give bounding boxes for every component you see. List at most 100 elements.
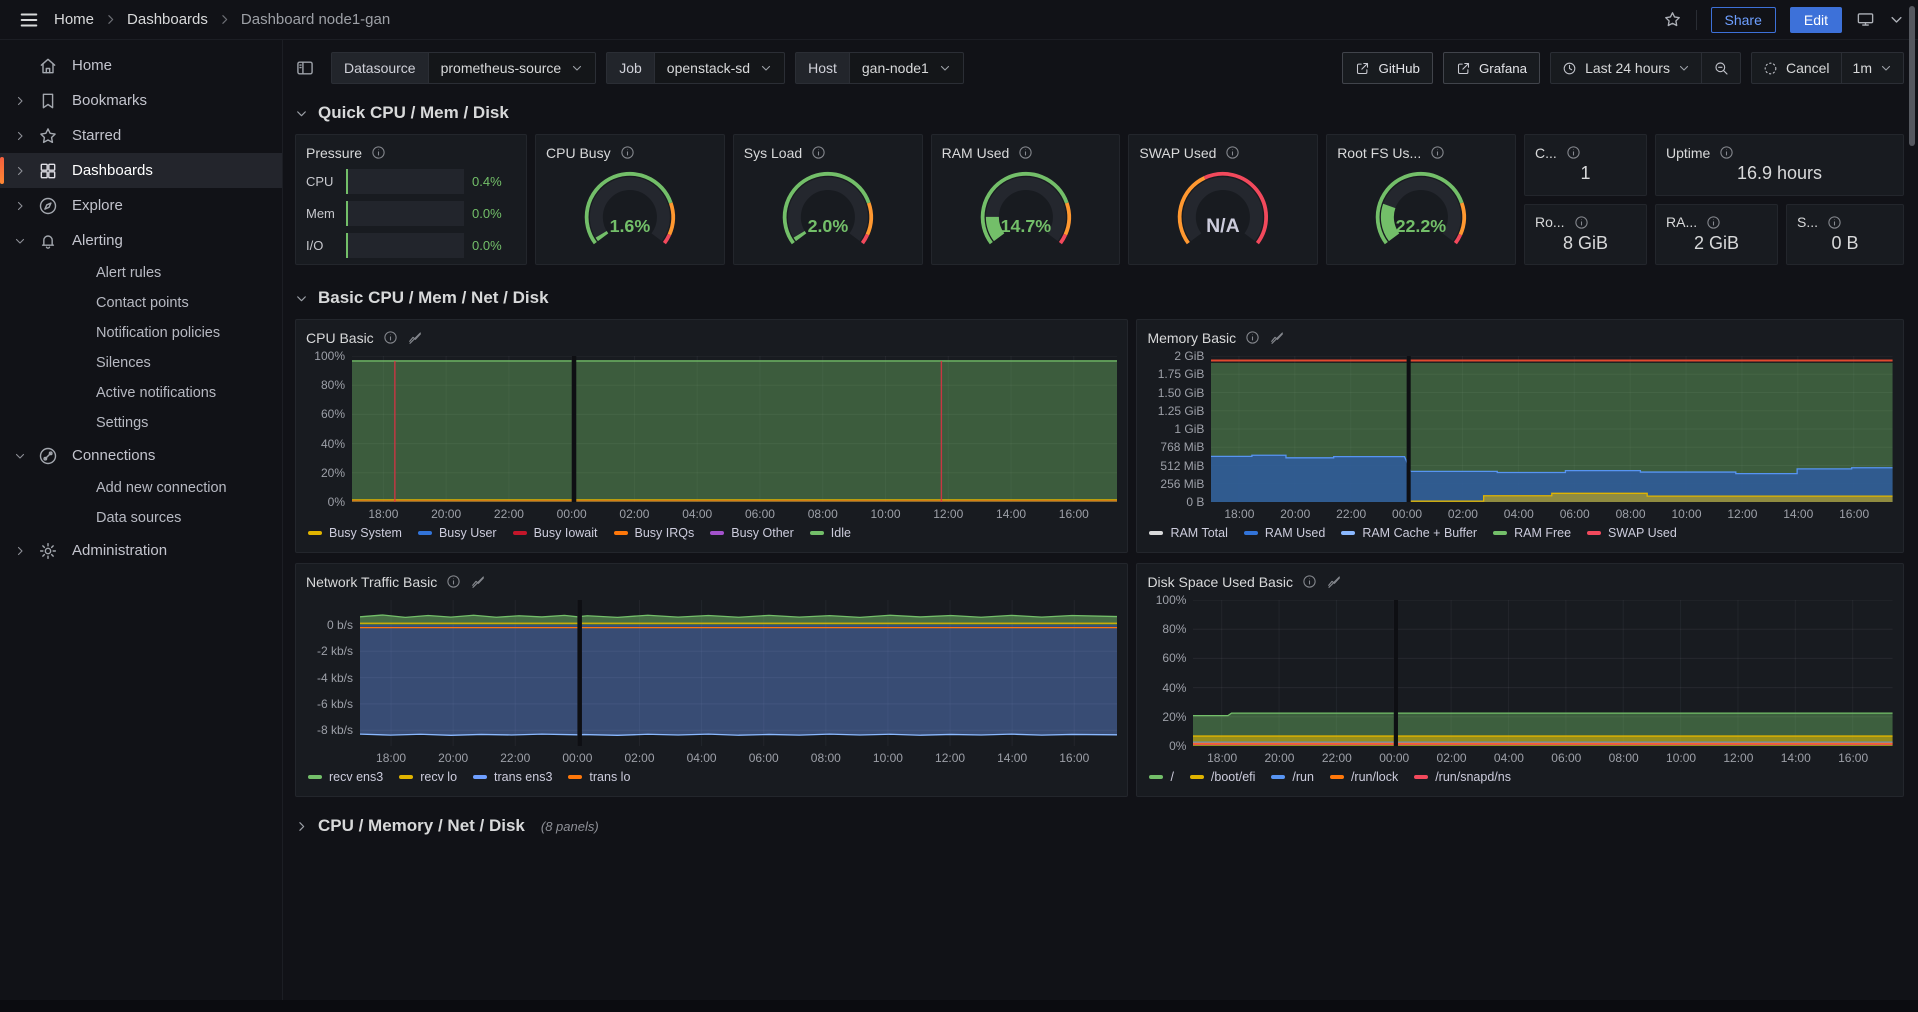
edit-button[interactable]: Edit <box>1790 7 1842 33</box>
legend-item-swap-used[interactable]: SWAP Used <box>1587 526 1677 540</box>
breadcrumb-home[interactable]: Home <box>54 11 94 28</box>
legend-item-run-snapd-ns[interactable]: /run/snapd/ns <box>1414 770 1511 784</box>
chart-disabled-icon[interactable] <box>1269 330 1285 346</box>
sidebar-item-notification-policies[interactable]: Notification policies <box>0 318 282 348</box>
y-axis-tick: 100% <box>314 349 345 363</box>
legend-item-busy-iowait[interactable]: Busy Iowait <box>513 526 598 540</box>
chevron-down-icon[interactable] <box>1889 12 1904 27</box>
sidebar-item-settings[interactable]: Settings <box>0 408 282 438</box>
star-icon[interactable] <box>1663 10 1682 29</box>
info-icon[interactable] <box>446 574 461 589</box>
hamburger-menu-icon[interactable] <box>18 9 40 31</box>
legend-item-ram-free[interactable]: RAM Free <box>1493 526 1571 540</box>
breadcrumb-dashboards[interactable]: Dashboards <box>127 11 208 28</box>
zoom-out-button[interactable] <box>1701 53 1740 83</box>
quick-row: Pressure CPU0.4%Mem0.0%I/O0.0% CPU Busy1… <box>295 134 1904 265</box>
host-select[interactable]: gan-node1 <box>850 52 964 84</box>
chart-disabled-icon[interactable] <box>470 574 486 590</box>
sidebar-item-contact-points[interactable]: Contact points <box>0 288 282 318</box>
legend-label: recv ens3 <box>329 770 383 784</box>
section-quick-cpu-mem-disk[interactable]: Quick CPU / Mem / Disk <box>295 98 1904 128</box>
info-icon[interactable] <box>1245 330 1260 345</box>
legend-item-idle[interactable]: Idle <box>810 526 851 540</box>
info-icon[interactable] <box>371 145 386 160</box>
legend-item-run-lock[interactable]: /run/lock <box>1330 770 1398 784</box>
chevron-right-icon[interactable] <box>14 200 26 212</box>
chevron-right-icon[interactable] <box>14 165 26 177</box>
sidebar-item-administration[interactable]: Administration <box>0 533 282 568</box>
legend-item-trans-lo[interactable]: trans lo <box>568 770 630 784</box>
sidebar-item-active-notifications[interactable]: Active notifications <box>0 378 282 408</box>
sidebar-item-bookmarks[interactable]: Bookmarks <box>0 83 282 118</box>
legend-item-ram-used[interactable]: RAM Used <box>1244 526 1325 540</box>
info-icon[interactable] <box>1574 215 1589 230</box>
chart-plot-area[interactable] <box>1193 600 1893 746</box>
info-icon[interactable] <box>1302 574 1317 589</box>
sidebar-item-home[interactable]: Home <box>0 48 282 83</box>
y-axis-tick: 512 MiB <box>1160 459 1204 473</box>
info-icon[interactable] <box>1706 215 1721 230</box>
chart-disabled-icon[interactable] <box>407 330 423 346</box>
chevron-right-icon[interactable] <box>14 545 26 557</box>
chevron-right-icon[interactable] <box>14 95 26 107</box>
sidebar-item-alert-rules[interactable]: Alert rules <box>0 258 282 288</box>
legend-item-ram-total[interactable]: RAM Total <box>1149 526 1227 540</box>
legend-item-recv-ens3[interactable]: recv ens3 <box>308 770 383 784</box>
chevron-down-icon <box>295 107 308 120</box>
sidebar: HomeBookmarksStarredDashboardsExploreAle… <box>0 40 283 1000</box>
info-icon[interactable] <box>383 330 398 345</box>
legend-item-busy-user[interactable]: Busy User <box>418 526 497 540</box>
vertical-scrollbar[interactable] <box>1908 0 1916 1012</box>
info-icon[interactable] <box>1719 145 1734 160</box>
info-icon[interactable] <box>1225 145 1240 160</box>
time-range-button[interactable]: Last 24 hours <box>1551 53 1701 83</box>
info-icon[interactable] <box>620 145 635 160</box>
legend-item-boot-efi[interactable]: /boot/efi <box>1190 770 1255 784</box>
legend-item-trans-ens3[interactable]: trans ens3 <box>473 770 552 784</box>
chevron-down-icon[interactable] <box>14 450 26 462</box>
chevron-right-icon[interactable] <box>14 130 26 142</box>
info-icon[interactable] <box>1566 145 1581 160</box>
sidebar-item-explore[interactable]: Explore <box>0 188 282 223</box>
cancel-refresh-button[interactable]: Cancel <box>1752 53 1841 83</box>
info-icon[interactable] <box>1827 215 1842 230</box>
scrollbar-thumb[interactable] <box>1909 6 1915 146</box>
legend-item-ram-cache-buffer[interactable]: RAM Cache + Buffer <box>1341 526 1477 540</box>
sidebar-item-add-new-connection[interactable]: Add new connection <box>0 473 282 503</box>
chart-plot-area[interactable] <box>1211 356 1893 502</box>
job-select[interactable]: openstack-sd <box>655 52 785 84</box>
sidebar-item-silences[interactable]: Silences <box>0 348 282 378</box>
x-axis-tick: 22:00 <box>1322 751 1352 765</box>
share-button[interactable]: Share <box>1711 7 1776 33</box>
sidebar-item-starred[interactable]: Starred <box>0 118 282 153</box>
legend-item-run[interactable]: /run <box>1271 770 1314 784</box>
info-icon[interactable] <box>811 145 826 160</box>
sidebar-item-dashboards[interactable]: Dashboards <box>0 153 282 188</box>
section-basic-cpu-mem-net-disk[interactable]: Basic CPU / Mem / Net / Disk <box>295 283 1904 313</box>
sidebar-item-data-sources[interactable]: Data sources <box>0 503 282 533</box>
x-axis-tick: 08:00 <box>1609 751 1639 765</box>
legend-swatch <box>308 775 322 779</box>
chart-plot-area[interactable] <box>360 600 1117 746</box>
kiosk-mode-icon[interactable] <box>1856 10 1875 29</box>
legend-item-[interactable]: / <box>1149 770 1173 784</box>
github-link-button[interactable]: GitHub <box>1342 52 1432 84</box>
legend-item-busy-irqs[interactable]: Busy IRQs <box>614 526 695 540</box>
legend-item-busy-system[interactable]: Busy System <box>308 526 402 540</box>
dock-menu-icon[interactable] <box>295 58 315 78</box>
legend-item-recv-lo[interactable]: recv lo <box>399 770 457 784</box>
chart-plot-area[interactable] <box>352 356 1117 502</box>
grafana-link-button[interactable]: Grafana <box>1443 52 1540 84</box>
legend-label: recv lo <box>420 770 457 784</box>
section-cpu-memory-net-disk-collapsed[interactable]: CPU / Memory / Net / Disk (8 panels) <box>295 811 1904 841</box>
chart-disabled-icon[interactable] <box>1326 574 1342 590</box>
sidebar-item-connections[interactable]: Connections <box>0 438 282 473</box>
datasource-select[interactable]: prometheus-source <box>429 52 597 84</box>
legend-item-busy-other[interactable]: Busy Other <box>710 526 794 540</box>
sidebar-item-alerting[interactable]: Alerting <box>0 223 282 258</box>
info-icon[interactable] <box>1430 145 1445 160</box>
chevron-down-icon[interactable] <box>14 235 26 247</box>
y-axis-tick: -2 kb/s <box>317 644 353 658</box>
info-icon[interactable] <box>1018 145 1033 160</box>
refresh-interval-button[interactable]: 1m <box>1841 53 1903 83</box>
